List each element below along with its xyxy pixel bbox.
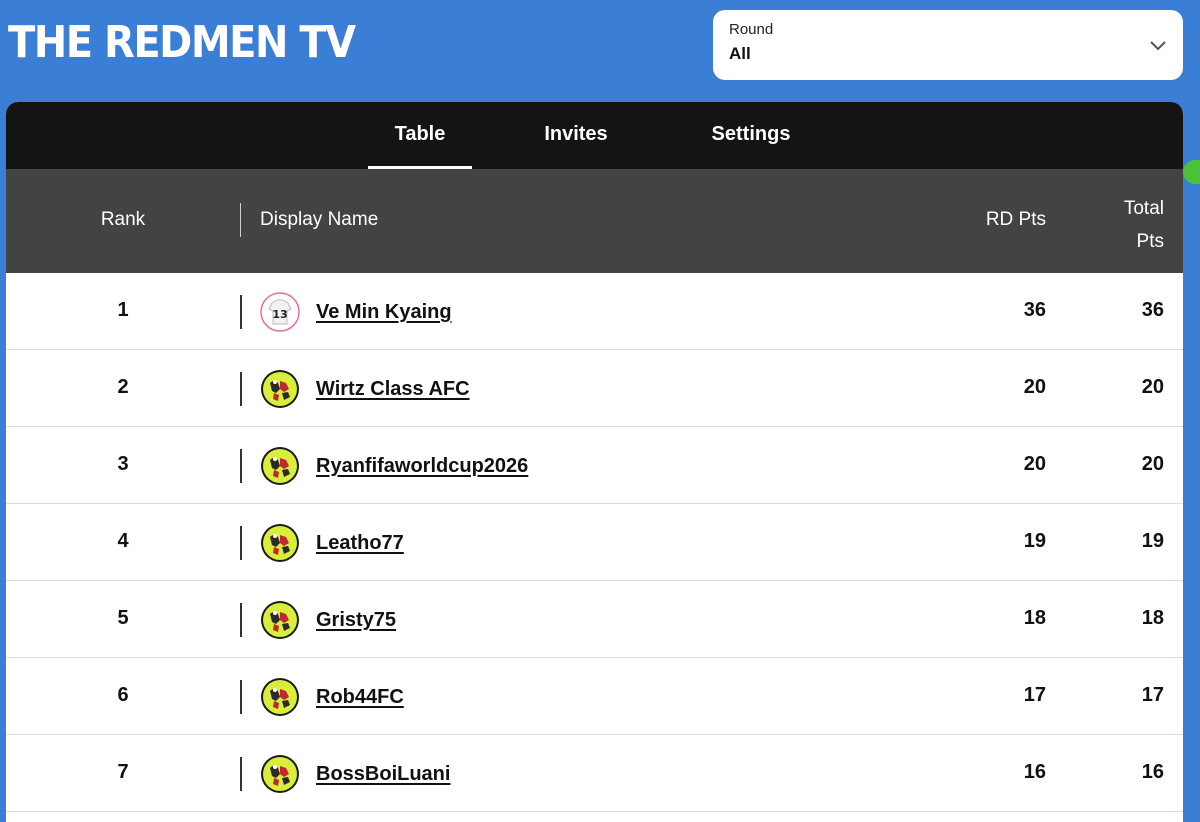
rd-pts-cell: 16 <box>1023 761 1046 783</box>
table-header: Rank Display Name RD Pts Total Pts <box>6 169 1183 273</box>
team-badge-icon <box>260 523 300 563</box>
header-divider <box>240 203 241 237</box>
row-divider <box>240 680 242 714</box>
total-pts-cell: 20 <box>1141 376 1164 398</box>
row-divider <box>240 603 242 637</box>
row-divider <box>240 372 242 406</box>
rank-cell: 4 <box>117 530 129 552</box>
table-body: 1 13 Ve Min Kyaing 36 36 2 Wirtz Class A… <box>6 273 1183 812</box>
team-badge-icon <box>260 754 300 794</box>
rd-pts-cell: 19 <box>1023 530 1046 552</box>
league-table-card: Table Invites Settings Rank Display Name… <box>6 102 1183 822</box>
display-name-link[interactable]: BossBoiLuani <box>316 763 450 786</box>
rd-pts-cell: 36 <box>1023 299 1046 321</box>
brand-logo: THE REDMEN TV <box>8 18 356 68</box>
rank-cell: 6 <box>117 684 129 706</box>
svg-text:13: 13 <box>272 308 287 321</box>
total-pts-cell: 36 <box>1141 299 1164 321</box>
rd-pts-cell: 18 <box>1023 607 1046 629</box>
tab-table[interactable]: Table <box>368 102 472 169</box>
round-select-label: Round <box>729 21 774 38</box>
row-divider <box>240 449 242 483</box>
total-pts-cell: 18 <box>1141 607 1164 629</box>
header-total-line2: Pts <box>1136 231 1164 252</box>
team-badge-icon <box>260 600 300 640</box>
total-pts-cell: 20 <box>1141 453 1164 475</box>
tab-invites[interactable]: Invites <box>528 102 624 169</box>
display-name-link[interactable]: Rob44FC <box>316 686 404 709</box>
row-divider <box>240 757 242 791</box>
table-row: 4 Leatho77 19 19 <box>6 504 1183 581</box>
team-badge-icon <box>260 446 300 486</box>
row-divider <box>240 526 242 560</box>
header-rank: Rank <box>100 209 146 230</box>
team-badge-icon <box>260 369 300 409</box>
rank-cell: 7 <box>117 761 129 783</box>
total-pts-cell: 16 <box>1141 761 1164 783</box>
round-select[interactable]: Round All <box>713 10 1183 80</box>
table-row: 1 13 Ve Min Kyaing 36 36 <box>6 273 1183 350</box>
rank-cell: 1 <box>117 299 129 321</box>
decorative-green-tab <box>1183 160 1200 184</box>
header-total-pts: Total Pts <box>1124 192 1164 258</box>
table-row: 3 Ryanfifaworldcup2026 20 20 <box>6 427 1183 504</box>
total-pts-cell: 17 <box>1141 684 1164 706</box>
table-row: 7 BossBoiLuani 16 16 <box>6 735 1183 812</box>
display-name-link[interactable]: Gristy75 <box>316 609 396 632</box>
tab-settings[interactable]: Settings <box>696 102 806 169</box>
table-row: 5 Gristy75 18 18 <box>6 581 1183 658</box>
rank-cell: 2 <box>117 376 129 398</box>
header-total-line1: Total <box>1123 198 1164 219</box>
display-name-link[interactable]: Ryanfifaworldcup2026 <box>316 455 528 478</box>
header-rd-pts: RD Pts <box>985 209 1046 230</box>
rd-pts-cell: 20 <box>1023 453 1046 475</box>
display-name-link[interactable]: Wirtz Class AFC <box>316 378 470 401</box>
display-name-link[interactable]: Leatho77 <box>316 532 404 555</box>
table-row: 6 Rob44FC 17 17 <box>6 658 1183 735</box>
display-name-link[interactable]: Ve Min Kyaing <box>316 301 452 324</box>
round-select-value: All <box>729 44 751 63</box>
tab-bar: Table Invites Settings <box>6 102 1183 169</box>
row-divider <box>240 295 242 329</box>
header-display-name: Display Name <box>260 209 379 230</box>
chevron-down-icon <box>1150 41 1166 51</box>
table-row: 2 Wirtz Class AFC 20 20 <box>6 350 1183 427</box>
rank-cell: 3 <box>117 453 129 475</box>
team-badge-icon <box>260 677 300 717</box>
shirt-avatar-icon: 13 <box>260 292 300 332</box>
rd-pts-cell: 17 <box>1023 684 1046 706</box>
rd-pts-cell: 20 <box>1023 376 1046 398</box>
total-pts-cell: 19 <box>1141 530 1164 552</box>
rank-cell: 5 <box>117 607 129 629</box>
